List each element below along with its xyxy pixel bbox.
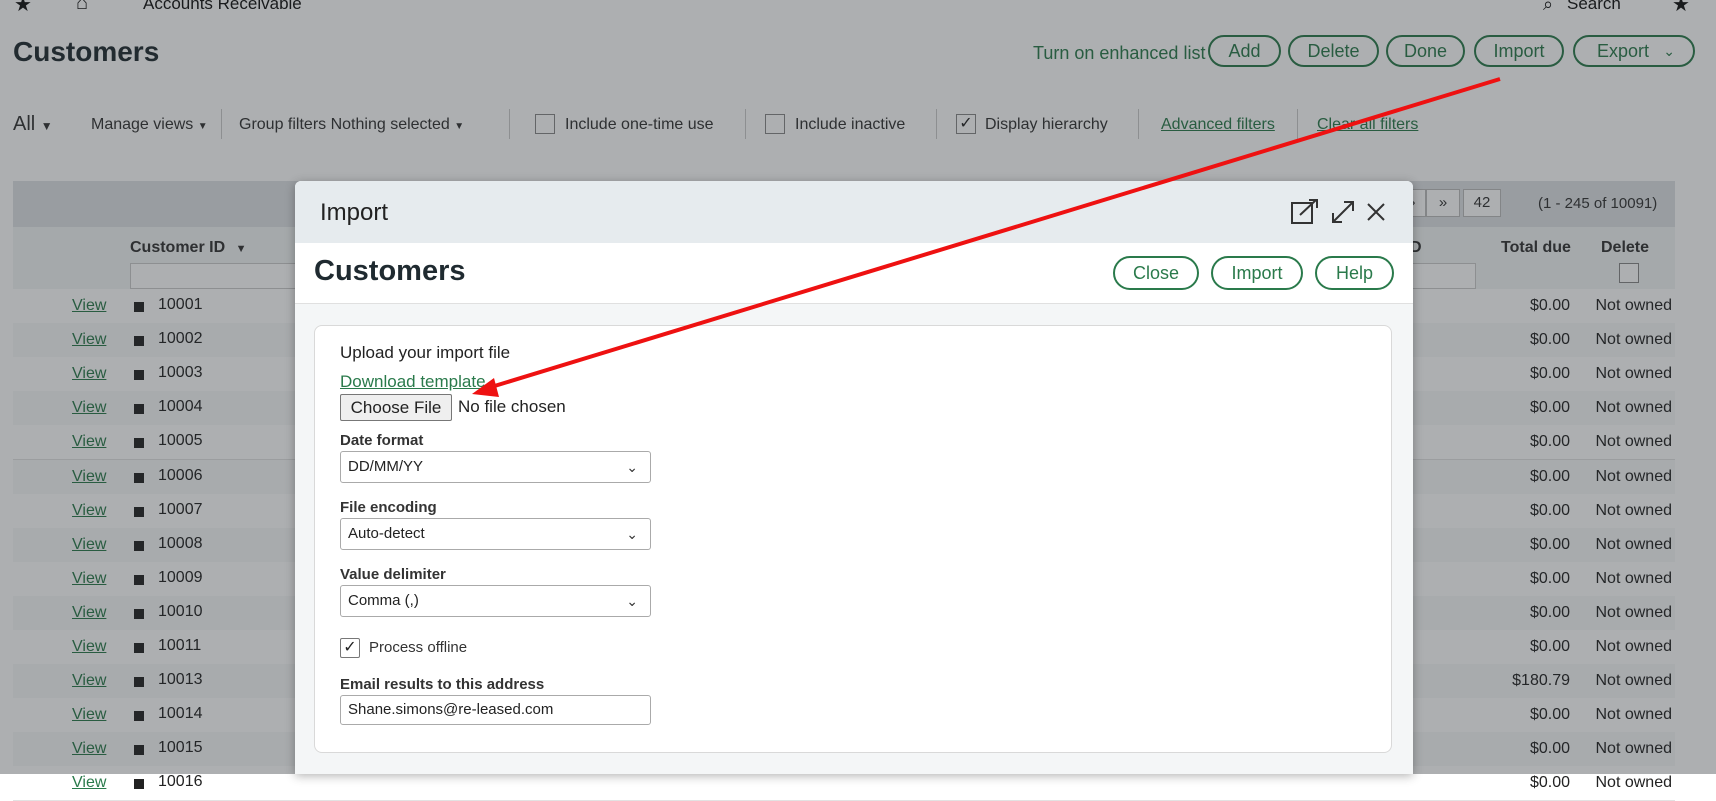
owner-cell: Not owned (1595, 774, 1673, 792)
annotation-arrow (472, 77, 1501, 397)
annotation-arrow-head (472, 378, 499, 397)
hierarchy-square-icon (134, 779, 144, 790)
total-due-cell: $0.00 (1529, 774, 1570, 792)
view-link[interactable]: View (72, 774, 106, 792)
customer-id-cell: 10016 (158, 773, 203, 791)
annotation-arrow-line (487, 77, 1501, 390)
